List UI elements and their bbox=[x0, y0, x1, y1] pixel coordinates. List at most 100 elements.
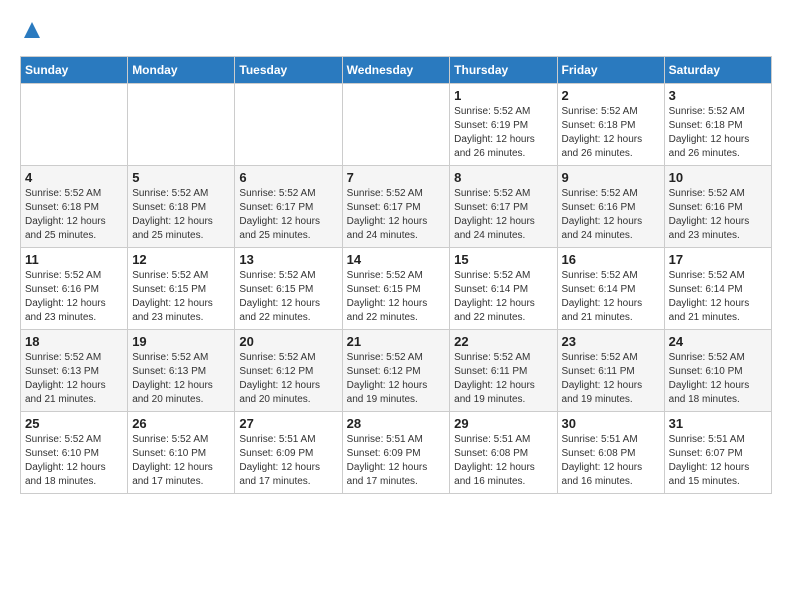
day-cell: 24Sunrise: 5:52 AM Sunset: 6:10 PM Dayli… bbox=[664, 329, 771, 411]
day-info: Sunrise: 5:52 AM Sunset: 6:17 PM Dayligh… bbox=[454, 187, 552, 243]
day-cell: 10 Sunrise: 5:52 AM Sunset: 6:16 PM Dayli… bbox=[664, 165, 771, 247]
day-info: Sunrise: 5:52 AM Sunset: 6:14 PM Dayligh… bbox=[454, 269, 552, 325]
day-info: Sunrise: 5:51 AM Sunset: 6:08 PM Dayligh… bbox=[454, 433, 552, 489]
day-number: 21 bbox=[347, 334, 446, 349]
week-row-1: 1Sunrise: 5:52 AM Sunset: 6:19 PM Daylig… bbox=[21, 83, 772, 165]
days-row: SundayMondayTuesdayWednesdayThursdayFrid… bbox=[21, 56, 772, 83]
day-cell: 23 Sunrise: 5:52 AM Sunset: 6:11 PM Dayli… bbox=[557, 329, 664, 411]
calendar-body: 1Sunrise: 5:52 AM Sunset: 6:19 PM Daylig… bbox=[21, 83, 772, 493]
day-number: 25 bbox=[25, 416, 123, 431]
day-cell: 2 Sunrise: 5:52 AM Sunset: 6:18 PM Daylig… bbox=[557, 83, 664, 165]
day-cell: 3 Sunrise: 5:52 AM Sunset: 6:18 PM Daylig… bbox=[664, 83, 771, 165]
day-number: 7 bbox=[347, 170, 446, 185]
day-cell bbox=[342, 83, 450, 165]
day-cell: 21 Sunrise: 5:52 AM Sunset: 6:12 PM Dayli… bbox=[342, 329, 450, 411]
day-number: 20 bbox=[239, 334, 337, 349]
day-cell: 27Sunrise: 5:51 AM Sunset: 6:09 PM Dayli… bbox=[235, 411, 342, 493]
day-cell: 1Sunrise: 5:52 AM Sunset: 6:19 PM Daylig… bbox=[450, 83, 557, 165]
day-number: 27 bbox=[239, 416, 337, 431]
day-cell: 31 Sunrise: 5:51 AM Sunset: 6:07 PM Dayli… bbox=[664, 411, 771, 493]
day-cell bbox=[21, 83, 128, 165]
day-info: Sunrise: 5:52 AM Sunset: 6:14 PM Dayligh… bbox=[669, 269, 767, 325]
day-cell bbox=[128, 83, 235, 165]
day-info: Sunrise: 5:52 AM Sunset: 6:18 PM Dayligh… bbox=[132, 187, 230, 243]
day-info: Sunrise: 5:52 AM Sunset: 6:12 PM Dayligh… bbox=[239, 351, 337, 407]
day-info: Sunrise: 5:52 AM Sunset: 6:18 PM Dayligh… bbox=[25, 187, 123, 243]
day-number: 19 bbox=[132, 334, 230, 349]
day-info: Sunrise: 5:52 AM Sunset: 6:11 PM Dayligh… bbox=[454, 351, 552, 407]
day-info: Sunrise: 5:52 AM Sunset: 6:10 PM Dayligh… bbox=[669, 351, 767, 407]
day-info: Sunrise: 5:52 AM Sunset: 6:12 PM Dayligh… bbox=[347, 351, 446, 407]
logo-icon bbox=[22, 20, 42, 40]
day-number: 31 bbox=[669, 416, 767, 431]
day-cell: 29 Sunrise: 5:51 AM Sunset: 6:08 PM Dayli… bbox=[450, 411, 557, 493]
day-info: Sunrise: 5:52 AM Sunset: 6:17 PM Dayligh… bbox=[347, 187, 446, 243]
calendar-header: SundayMondayTuesdayWednesdayThursdayFrid… bbox=[21, 56, 772, 83]
day-header-tuesday: Tuesday bbox=[235, 56, 342, 83]
day-info: Sunrise: 5:51 AM Sunset: 6:07 PM Dayligh… bbox=[669, 433, 767, 489]
day-number: 15 bbox=[454, 252, 552, 267]
day-info: Sunrise: 5:52 AM Sunset: 6:11 PM Dayligh… bbox=[562, 351, 660, 407]
day-cell: 15 Sunrise: 5:52 AM Sunset: 6:14 PM Dayli… bbox=[450, 247, 557, 329]
day-number: 14 bbox=[347, 252, 446, 267]
day-info: Sunrise: 5:52 AM Sunset: 6:10 PM Dayligh… bbox=[132, 433, 230, 489]
day-number: 16 bbox=[562, 252, 660, 267]
week-row-3: 11 Sunrise: 5:52 AM Sunset: 6:16 PM Dayli… bbox=[21, 247, 772, 329]
day-info: Sunrise: 5:52 AM Sunset: 6:16 PM Dayligh… bbox=[669, 187, 767, 243]
day-number: 3 bbox=[669, 88, 767, 103]
day-info: Sunrise: 5:52 AM Sunset: 6:18 PM Dayligh… bbox=[669, 105, 767, 161]
day-cell: 4 Sunrise: 5:52 AM Sunset: 6:18 PM Daylig… bbox=[21, 165, 128, 247]
day-cell: 22 Sunrise: 5:52 AM Sunset: 6:11 PM Dayli… bbox=[450, 329, 557, 411]
day-number: 2 bbox=[562, 88, 660, 103]
day-number: 26 bbox=[132, 416, 230, 431]
day-info: Sunrise: 5:52 AM Sunset: 6:17 PM Dayligh… bbox=[239, 187, 337, 243]
day-cell: 7 Sunrise: 5:52 AM Sunset: 6:17 PM Daylig… bbox=[342, 165, 450, 247]
day-info: Sunrise: 5:52 AM Sunset: 6:16 PM Dayligh… bbox=[562, 187, 660, 243]
day-number: 5 bbox=[132, 170, 230, 185]
day-number: 22 bbox=[454, 334, 552, 349]
day-cell: 14 Sunrise: 5:52 AM Sunset: 6:15 PM Dayli… bbox=[342, 247, 450, 329]
day-info: Sunrise: 5:52 AM Sunset: 6:18 PM Dayligh… bbox=[562, 105, 660, 161]
week-row-4: 18Sunrise: 5:52 AM Sunset: 6:13 PM Dayli… bbox=[21, 329, 772, 411]
day-number: 11 bbox=[25, 252, 123, 267]
day-cell: 6Sunrise: 5:52 AM Sunset: 6:17 PM Daylig… bbox=[235, 165, 342, 247]
day-header-thursday: Thursday bbox=[450, 56, 557, 83]
day-info: Sunrise: 5:52 AM Sunset: 6:10 PM Dayligh… bbox=[25, 433, 123, 489]
day-number: 29 bbox=[454, 416, 552, 431]
day-number: 30 bbox=[562, 416, 660, 431]
day-number: 23 bbox=[562, 334, 660, 349]
day-cell: 9Sunrise: 5:52 AM Sunset: 6:16 PM Daylig… bbox=[557, 165, 664, 247]
day-cell: 16 Sunrise: 5:52 AM Sunset: 6:14 PM Dayli… bbox=[557, 247, 664, 329]
week-row-2: 4 Sunrise: 5:52 AM Sunset: 6:18 PM Daylig… bbox=[21, 165, 772, 247]
day-number: 28 bbox=[347, 416, 446, 431]
day-number: 4 bbox=[25, 170, 123, 185]
day-cell: 12Sunrise: 5:52 AM Sunset: 6:15 PM Dayli… bbox=[128, 247, 235, 329]
day-info: Sunrise: 5:52 AM Sunset: 6:13 PM Dayligh… bbox=[132, 351, 230, 407]
day-number: 1 bbox=[454, 88, 552, 103]
day-header-wednesday: Wednesday bbox=[342, 56, 450, 83]
day-info: Sunrise: 5:52 AM Sunset: 6:13 PM Dayligh… bbox=[25, 351, 123, 407]
day-cell: 17Sunrise: 5:52 AM Sunset: 6:14 PM Dayli… bbox=[664, 247, 771, 329]
day-header-friday: Friday bbox=[557, 56, 664, 83]
day-cell: 8Sunrise: 5:52 AM Sunset: 6:17 PM Daylig… bbox=[450, 165, 557, 247]
day-cell: 28Sunrise: 5:51 AM Sunset: 6:09 PM Dayli… bbox=[342, 411, 450, 493]
day-header-monday: Monday bbox=[128, 56, 235, 83]
day-cell: 20 Sunrise: 5:52 AM Sunset: 6:12 PM Dayli… bbox=[235, 329, 342, 411]
week-row-5: 25 Sunrise: 5:52 AM Sunset: 6:10 PM Dayli… bbox=[21, 411, 772, 493]
day-header-sunday: Sunday bbox=[21, 56, 128, 83]
day-number: 13 bbox=[239, 252, 337, 267]
day-cell: 13 Sunrise: 5:52 AM Sunset: 6:15 PM Dayli… bbox=[235, 247, 342, 329]
day-info: Sunrise: 5:52 AM Sunset: 6:15 PM Dayligh… bbox=[239, 269, 337, 325]
day-number: 12 bbox=[132, 252, 230, 267]
day-number: 10 bbox=[669, 170, 767, 185]
day-cell: 18Sunrise: 5:52 AM Sunset: 6:13 PM Dayli… bbox=[21, 329, 128, 411]
day-info: Sunrise: 5:52 AM Sunset: 6:14 PM Dayligh… bbox=[562, 269, 660, 325]
day-info: Sunrise: 5:52 AM Sunset: 6:15 PM Dayligh… bbox=[347, 269, 446, 325]
day-info: Sunrise: 5:52 AM Sunset: 6:16 PM Dayligh… bbox=[25, 269, 123, 325]
day-header-saturday: Saturday bbox=[664, 56, 771, 83]
page-header bbox=[20, 20, 772, 46]
day-cell: 5 Sunrise: 5:52 AM Sunset: 6:18 PM Daylig… bbox=[128, 165, 235, 247]
day-cell: 26 Sunrise: 5:52 AM Sunset: 6:10 PM Dayli… bbox=[128, 411, 235, 493]
day-cell: 30Sunrise: 5:51 AM Sunset: 6:08 PM Dayli… bbox=[557, 411, 664, 493]
day-cell: 25 Sunrise: 5:52 AM Sunset: 6:10 PM Dayli… bbox=[21, 411, 128, 493]
